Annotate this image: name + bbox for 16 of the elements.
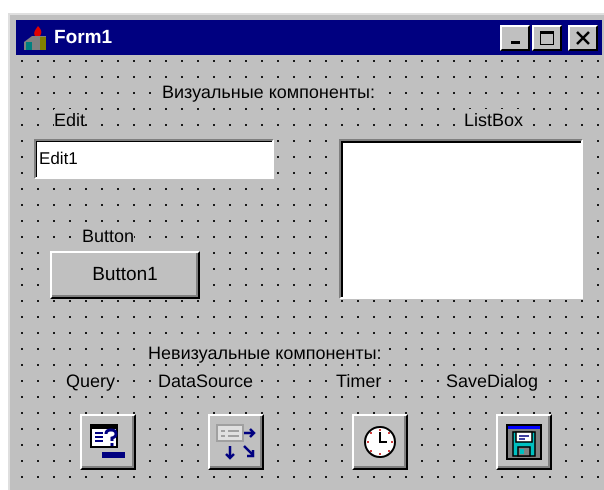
- minimize-icon: [510, 40, 520, 44]
- component-button[interactable]: [208, 414, 264, 470]
- edit-field[interactable]: Edit1: [34, 139, 274, 179]
- component-button[interactable]: [496, 414, 552, 470]
- list-box[interactable]: [339, 139, 583, 299]
- close-icon: [575, 30, 591, 46]
- close-button[interactable]: [568, 24, 598, 50]
- clock-icon: [362, 424, 398, 460]
- maximize-button[interactable]: [532, 24, 562, 50]
- window-title: Form1: [54, 26, 112, 48]
- minimize-button[interactable]: [500, 24, 530, 50]
- component-button[interactable]: [352, 414, 408, 470]
- component-button[interactable]: [80, 414, 136, 470]
- maximize-icon: [539, 30, 555, 46]
- button1-button[interactable]: Button1: [50, 251, 200, 299]
- data-arrows-icon: [214, 422, 258, 462]
